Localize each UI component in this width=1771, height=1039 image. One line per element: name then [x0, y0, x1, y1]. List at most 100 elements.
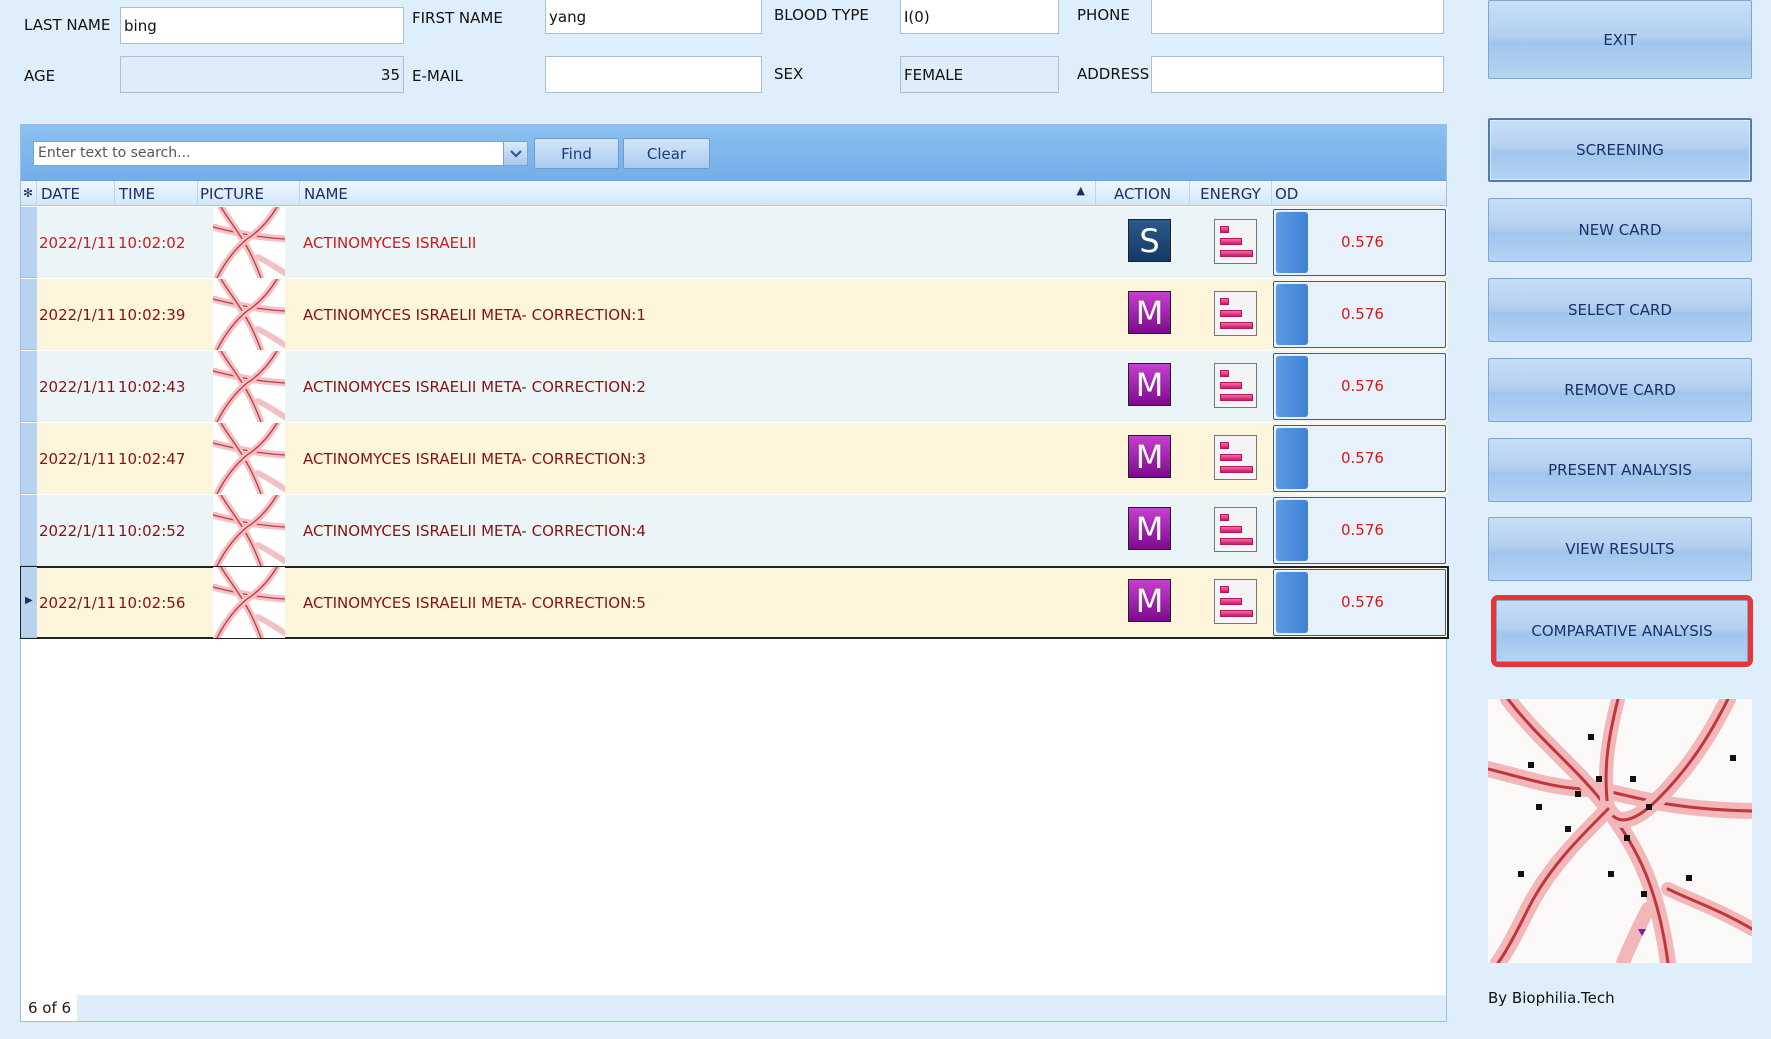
row-od-cell: 0.576: [1273, 425, 1446, 492]
row-od-value: 0.576: [1341, 449, 1384, 467]
row-time: 10:02:47: [118, 449, 186, 468]
sex-field: FEMALE: [900, 56, 1059, 93]
email-label: E-MAIL: [412, 67, 463, 85]
row-indicator[interactable]: [21, 279, 37, 350]
row-od-value: 0.576: [1341, 521, 1384, 539]
phone-label: PHONE: [1077, 6, 1130, 24]
last-name-field[interactable]: bing: [120, 7, 404, 44]
column-header-energy[interactable]: ENERGY: [1190, 181, 1272, 206]
row-thumbnail: [213, 351, 285, 422]
table-row[interactable]: 2022/1/11 10:02:47 ACTINOMYCES ISRAELII …: [21, 423, 1448, 494]
row-indicator[interactable]: ▶: [21, 567, 37, 638]
brand-credit: By Biophilia.Tech: [1488, 989, 1615, 1007]
row-time: 10:02:43: [118, 377, 186, 396]
row-thumbnail: [213, 567, 285, 638]
row-name: ACTINOMYCES ISRAELII META- CORRECTION:4: [303, 521, 646, 540]
row-time: 10:02:56: [118, 593, 186, 612]
column-header-name-label: NAME: [304, 185, 348, 203]
phone-field[interactable]: [1151, 0, 1444, 34]
row-thumbnail: [213, 495, 285, 566]
column-chooser-icon[interactable]: ✻: [21, 181, 37, 206]
row-name: ACTINOMYCES ISRAELII META- CORRECTION:5: [303, 593, 646, 612]
column-header-picture[interactable]: PICTURE: [198, 181, 300, 206]
energy-chart-icon[interactable]: [1214, 363, 1257, 408]
screening-button[interactable]: SCREENING: [1488, 118, 1752, 182]
microorganism-thumbnail: [213, 423, 285, 494]
search-placeholder: Enter text to search...: [38, 145, 191, 161]
row-od-value: 0.576: [1341, 377, 1384, 395]
microorganism-thumbnail: [213, 495, 285, 566]
row-name: ACTINOMYCES ISRAELII META- CORRECTION:1: [303, 305, 646, 324]
row-action-button[interactable]: M: [1128, 291, 1171, 334]
sex-label: SEX: [774, 65, 804, 83]
select-card-button[interactable]: SELECT CARD: [1488, 278, 1752, 342]
column-header-date[interactable]: DATE: [39, 181, 115, 206]
row-time: 10:02:39: [118, 305, 186, 324]
blood-type-field[interactable]: I(0): [900, 0, 1059, 34]
row-od-value: 0.576: [1341, 305, 1384, 323]
row-action-button[interactable]: M: [1128, 579, 1171, 622]
row-indicator[interactable]: [21, 423, 37, 494]
first-name-label: FIRST NAME: [412, 9, 503, 27]
energy-chart-icon[interactable]: [1214, 219, 1257, 264]
chevron-down-icon: [509, 149, 522, 158]
row-od-cell: 0.576: [1273, 209, 1446, 276]
remove-card-button[interactable]: REMOVE CARD: [1488, 358, 1752, 422]
row-indicator[interactable]: [21, 495, 37, 566]
grid-toolbar: Enter text to search... Find Clear: [21, 125, 1446, 181]
first-name-field[interactable]: yang: [545, 0, 762, 34]
column-header-time[interactable]: TIME: [116, 181, 198, 206]
row-od-cell: 0.576: [1273, 569, 1446, 636]
address-label: ADDRESS: [1077, 65, 1150, 83]
od-bar: [1276, 500, 1308, 561]
search-input[interactable]: Enter text to search...: [33, 141, 528, 166]
energy-chart-icon[interactable]: [1214, 507, 1257, 552]
column-header-od[interactable]: OD: [1272, 181, 1448, 206]
search-dropdown-button[interactable]: [503, 142, 527, 165]
row-indicator[interactable]: [21, 207, 37, 278]
table-row[interactable]: 2022/1/11 10:02:52 ACTINOMYCES ISRAELII …: [21, 495, 1448, 566]
microorganism-thumbnail: [213, 351, 285, 422]
results-grid: Enter text to search... Find Clear ✻ DAT…: [20, 124, 1449, 1022]
row-indicator[interactable]: [21, 351, 37, 422]
row-date: 2022/1/11: [39, 593, 116, 612]
email-field[interactable]: [545, 56, 762, 93]
specimen-preview-image: [1488, 699, 1752, 963]
table-row[interactable]: 2022/1/11 10:02:43 ACTINOMYCES ISRAELII …: [21, 351, 1448, 422]
energy-chart-icon[interactable]: [1214, 579, 1257, 624]
exit-button[interactable]: EXIT: [1488, 0, 1752, 79]
energy-chart-icon[interactable]: [1214, 435, 1257, 480]
comparative-analysis-button[interactable]: COMPARATIVE ANALYSIS: [1491, 595, 1753, 667]
microorganism-thumbnail: [213, 567, 285, 638]
last-name-label: LAST NAME: [24, 16, 111, 34]
grid-footer: 6 of 6: [21, 995, 1446, 1021]
table-row[interactable]: ▶ 2022/1/11 10:02:56 ACTINOMYCES ISRAELI…: [20, 566, 1449, 639]
find-button[interactable]: Find: [534, 138, 619, 169]
present-analysis-button[interactable]: PRESENT ANALYSIS: [1488, 438, 1752, 502]
table-row[interactable]: 2022/1/11 10:02:39 ACTINOMYCES ISRAELII …: [21, 279, 1448, 350]
row-action-button[interactable]: S: [1128, 219, 1171, 262]
od-bar: [1276, 212, 1308, 273]
microorganism-thumbnail: [213, 207, 285, 278]
row-action-button[interactable]: M: [1128, 507, 1171, 550]
new-card-button[interactable]: NEW CARD: [1488, 198, 1752, 262]
energy-chart-icon[interactable]: [1214, 291, 1257, 336]
age-field: 35: [120, 56, 404, 93]
column-header-action[interactable]: ACTION: [1096, 181, 1190, 206]
row-od-cell: 0.576: [1273, 497, 1446, 564]
column-header-name[interactable]: NAME ▲: [301, 181, 1096, 206]
view-results-button[interactable]: VIEW RESULTS: [1488, 517, 1752, 581]
row-thumbnail: [213, 207, 285, 278]
row-od-value: 0.576: [1341, 593, 1384, 611]
row-date: 2022/1/11: [39, 305, 116, 324]
row-action-button[interactable]: M: [1128, 363, 1171, 406]
row-name: ACTINOMYCES ISRAELII META- CORRECTION:3: [303, 449, 646, 468]
table-row[interactable]: 2022/1/11 10:02:02 ACTINOMYCES ISRAELII: [21, 207, 1448, 278]
row-thumbnail: [213, 423, 285, 494]
row-date: 2022/1/11: [39, 377, 116, 396]
address-field[interactable]: [1151, 56, 1444, 93]
row-action-button[interactable]: M: [1128, 435, 1171, 478]
row-date: 2022/1/11: [39, 449, 116, 468]
row-od-value: 0.576: [1341, 233, 1384, 251]
clear-button[interactable]: Clear: [623, 138, 710, 169]
